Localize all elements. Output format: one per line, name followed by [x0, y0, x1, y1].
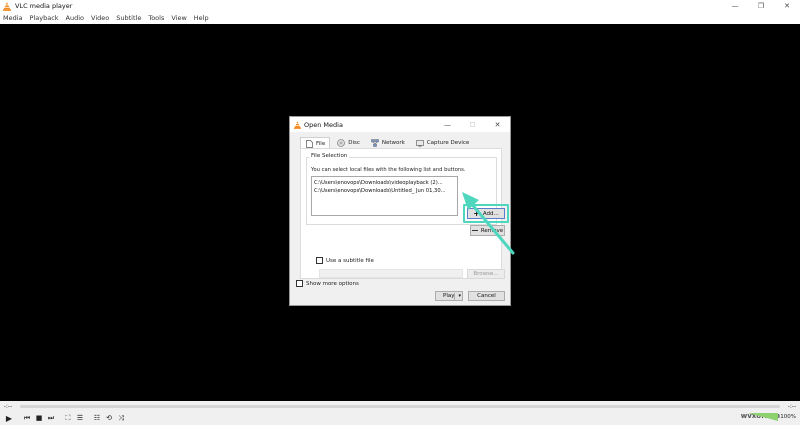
play-button-label: Play: [443, 293, 455, 299]
dialog-title-bar: Open Media — ☐ ✕: [290, 117, 510, 132]
tab-capture-device-label: Capture Device: [426, 140, 470, 146]
dialog-window-controls: — ☐ ✕: [435, 117, 510, 132]
menu-view[interactable]: View: [171, 14, 186, 22]
browse-button: Browse...: [467, 269, 505, 279]
dialog-minimize-button[interactable]: —: [435, 117, 460, 132]
show-more-options-checkbox[interactable]: [296, 280, 303, 287]
chevron-down-icon[interactable]: ▾: [458, 292, 461, 301]
disc-icon: [337, 139, 346, 147]
show-more-options-label[interactable]: Show more options: [306, 281, 359, 287]
annotation-arrow: [462, 192, 515, 255]
vlc-cone-icon: [3, 1, 11, 11]
menu-help[interactable]: Help: [194, 14, 209, 22]
seek-slider[interactable]: [20, 404, 780, 408]
file-selection-description: You can select local files with the foll…: [311, 167, 466, 173]
volume-slider[interactable]: [748, 413, 779, 421]
loop-icon[interactable]: ⟲: [104, 413, 114, 423]
file-icon: [305, 139, 313, 148]
play-button[interactable]: Play ▾: [435, 291, 463, 301]
seek-bar: -:-- -:--: [0, 401, 800, 411]
dialog-title: Open Media: [304, 120, 343, 129]
next-icon[interactable]: ⏭: [46, 413, 56, 423]
subtitle-path-input: [319, 269, 463, 278]
menu-subtitle[interactable]: Subtitle: [116, 14, 141, 22]
restore-button[interactable]: ❐: [748, 0, 774, 12]
stop-icon[interactable]: ■: [34, 413, 44, 423]
app-title: VLC media player: [15, 2, 73, 10]
tab-network-label: Network: [381, 140, 405, 146]
fullscreen-icon[interactable]: ⛶: [63, 413, 73, 423]
capture-device-icon: [416, 139, 424, 147]
random-icon[interactable]: ⤨: [116, 413, 126, 423]
subtitle-row: Use a subtitle file: [316, 257, 374, 264]
window-controls: — ❐ ✕: [722, 0, 800, 12]
menu-video[interactable]: Video: [91, 14, 109, 22]
play-icon[interactable]: ▶: [3, 413, 15, 423]
subtitle-checkbox[interactable]: [316, 257, 323, 264]
dialog-close-button[interactable]: ✕: [485, 117, 510, 132]
menu-playback[interactable]: Playback: [30, 14, 59, 22]
title-bar: VLC media player — ❐ ✕: [0, 0, 800, 12]
menu-tools[interactable]: Tools: [148, 14, 164, 22]
subtitle-checkbox-label[interactable]: Use a subtitle file: [326, 258, 374, 264]
playlist-icon[interactable]: ☷: [92, 413, 102, 423]
file-selection-label: File Selection: [309, 153, 350, 159]
elapsed-time: -:--: [3, 402, 13, 410]
previous-icon[interactable]: ⏮: [22, 413, 32, 423]
tab-disc-label: Disc: [348, 140, 360, 146]
menu-audio[interactable]: Audio: [66, 14, 84, 22]
file-list[interactable]: C:\Users\enovops\Downloads\videoplayback…: [311, 176, 458, 216]
list-item[interactable]: C:\Users\enovops\Downloads\videoplayback…: [314, 179, 455, 187]
network-icon: [371, 139, 379, 147]
menu-bar: Media Playback Audio Video Subtitle Tool…: [0, 12, 800, 24]
playback-controls: ▶ ⏮ ■ ⏭ ⛶ ☰ ☷ ⟲ ⤨ wvxo.com 100%: [0, 411, 800, 425]
menu-media[interactable]: Media: [3, 14, 23, 22]
minimize-button[interactable]: —: [722, 0, 748, 12]
cancel-button[interactable]: Cancel: [468, 291, 505, 301]
vlc-cone-icon: [294, 120, 301, 129]
tab-file-label: File: [316, 140, 326, 147]
total-time: -:--: [787, 402, 797, 410]
close-button[interactable]: ✕: [774, 0, 800, 12]
volume-control[interactable]: 100%: [748, 413, 796, 421]
more-options-row: Show more options: [296, 280, 359, 287]
dialog-maximize-button[interactable]: ☐: [460, 117, 485, 132]
list-item[interactable]: C:\Users\enovops\Downloads\Untitled_ Jun…: [314, 187, 455, 195]
extended-settings-icon[interactable]: ☰: [75, 413, 85, 423]
volume-percent: 100%: [780, 414, 796, 420]
